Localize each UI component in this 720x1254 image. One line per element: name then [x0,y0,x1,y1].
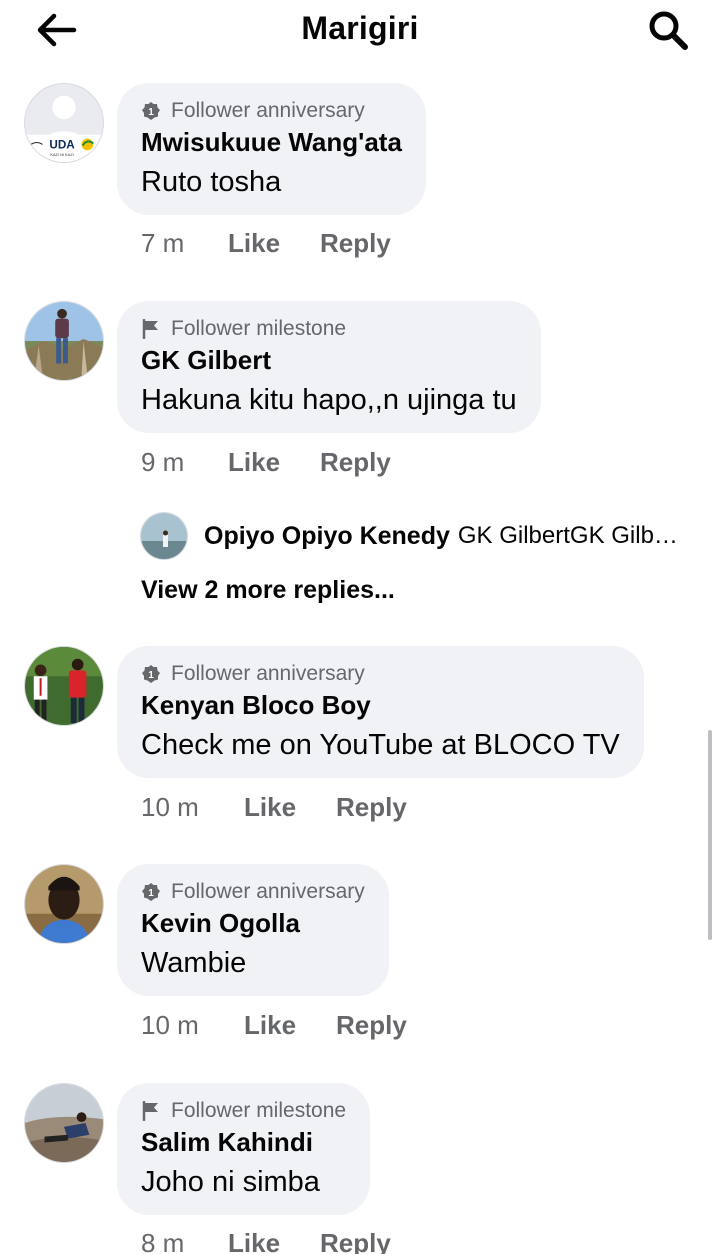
person-photo-avatar [25,302,103,380]
reply-button[interactable]: Reply [320,1228,391,1254]
comment-text: Joho ni simba [141,1166,320,1198]
badge-row: 1 Follower anniversary [141,660,620,688]
avatar[interactable] [140,512,188,560]
svg-text:1: 1 [148,670,154,681]
milestone-flag-icon [141,1101,161,1121]
comment-time[interactable]: 9 m [141,447,228,478]
badge-label: Follower anniversary [171,662,365,685]
like-button[interactable]: Like [228,1228,320,1254]
search-button[interactable] [644,6,692,54]
comment-bubble[interactable]: 1 Follower anniversary Kevin Ogolla Wamb… [117,864,389,996]
top-bar: Marigiri [0,0,720,62]
comment-bubble[interactable]: Follower milestone Salim Kahindi Joho ni… [117,1083,371,1215]
page-title: Marigiri [301,10,419,46]
comment-actions: 8 m Like Reply [141,1228,391,1254]
comment-bubble[interactable]: 1 Follower anniversary Mwisukuue Wang'at… [117,83,426,215]
person-photo-avatar [25,1084,103,1162]
badge-label: Follower milestone [171,317,347,340]
search-icon [649,11,688,50]
comment-author[interactable]: GK Gilbert [141,345,517,376]
comment-author[interactable]: Salim Kahindi [141,1127,346,1158]
person-photo-avatar [25,865,103,943]
like-button[interactable]: Like [244,1010,336,1041]
anniversary-badge-icon: 1 [141,882,161,902]
badge-row: Follower milestone [141,315,517,343]
comment-time[interactable]: 10 m [141,792,244,823]
comment-actions: 7 m Like Reply [141,228,391,259]
person-photo-avatar [141,513,187,559]
badge-label: Follower anniversary [171,880,365,903]
reply-author[interactable]: Opiyo Opiyo Kenedy [204,522,450,551]
avatar[interactable] [24,301,104,381]
badge-label: Follower anniversary [171,99,365,122]
like-button[interactable]: Like [228,447,320,478]
reply-text: GK GilbertGK Gilb… [457,522,678,549]
svg-text:1: 1 [148,107,154,118]
badge-row: 1 Follower anniversary [141,97,402,125]
comment-time[interactable]: 10 m [141,1010,244,1041]
reply-button[interactable]: Reply [336,1010,407,1041]
uda-logo-avatar: UDA KAZI NI KAZI [25,84,103,162]
like-button[interactable]: Like [228,228,320,259]
badge-row: 1 Follower anniversary [141,878,365,906]
comment-author[interactable]: Kenyan Bloco Boy [141,690,620,721]
avatar-logo-subtext: KAZI NI KAZI [50,152,73,157]
reply-preview[interactable]: Opiyo Opiyo Kenedy GK GilbertGK Gilb… [140,512,678,560]
badge-label: Follower milestone [171,1099,347,1122]
scrollbar[interactable] [708,730,712,940]
comment-author[interactable]: Kevin Ogolla [141,908,365,939]
anniversary-badge-icon: 1 [141,101,161,121]
reply-button[interactable]: Reply [320,447,391,478]
anniversary-badge-icon: 1 [141,664,161,684]
comment-bubble[interactable]: Follower milestone GK Gilbert Hakuna kit… [117,301,541,433]
comment-text: Wambie [141,947,247,979]
comment-text: Hakuna kitu hapo,,n ujinga tu [141,384,517,416]
comment-author[interactable]: Mwisukuue Wang'ata [141,127,402,158]
avatar[interactable] [24,864,104,944]
reply-button[interactable]: Reply [320,228,391,259]
view-more-replies-link[interactable]: View 2 more replies... [141,576,395,605]
like-button[interactable]: Like [244,792,336,823]
avatar[interactable] [24,1083,104,1163]
badge-row: Follower milestone [141,1097,346,1125]
person-photo-avatar [25,647,103,725]
comment-actions: 9 m Like Reply [141,447,391,478]
avatar-logo-text: UDA [49,138,75,151]
comment-bubble[interactable]: 1 Follower anniversary Kenyan Bloco Boy … [117,646,644,778]
comment-time[interactable]: 8 m [141,1228,228,1254]
avatar[interactable]: UDA KAZI NI KAZI [24,83,104,163]
comment-actions: 10 m Like Reply [141,1010,407,1041]
comment-actions: 10 m Like Reply [141,792,407,823]
comment-time[interactable]: 7 m [141,228,228,259]
avatar[interactable] [24,646,104,726]
reply-button[interactable]: Reply [336,792,407,823]
svg-text:1: 1 [148,888,154,899]
milestone-flag-icon [141,319,161,339]
comment-text: Check me on YouTube at BLOCO TV [141,729,620,761]
comment-text: Ruto tosha [141,166,282,198]
